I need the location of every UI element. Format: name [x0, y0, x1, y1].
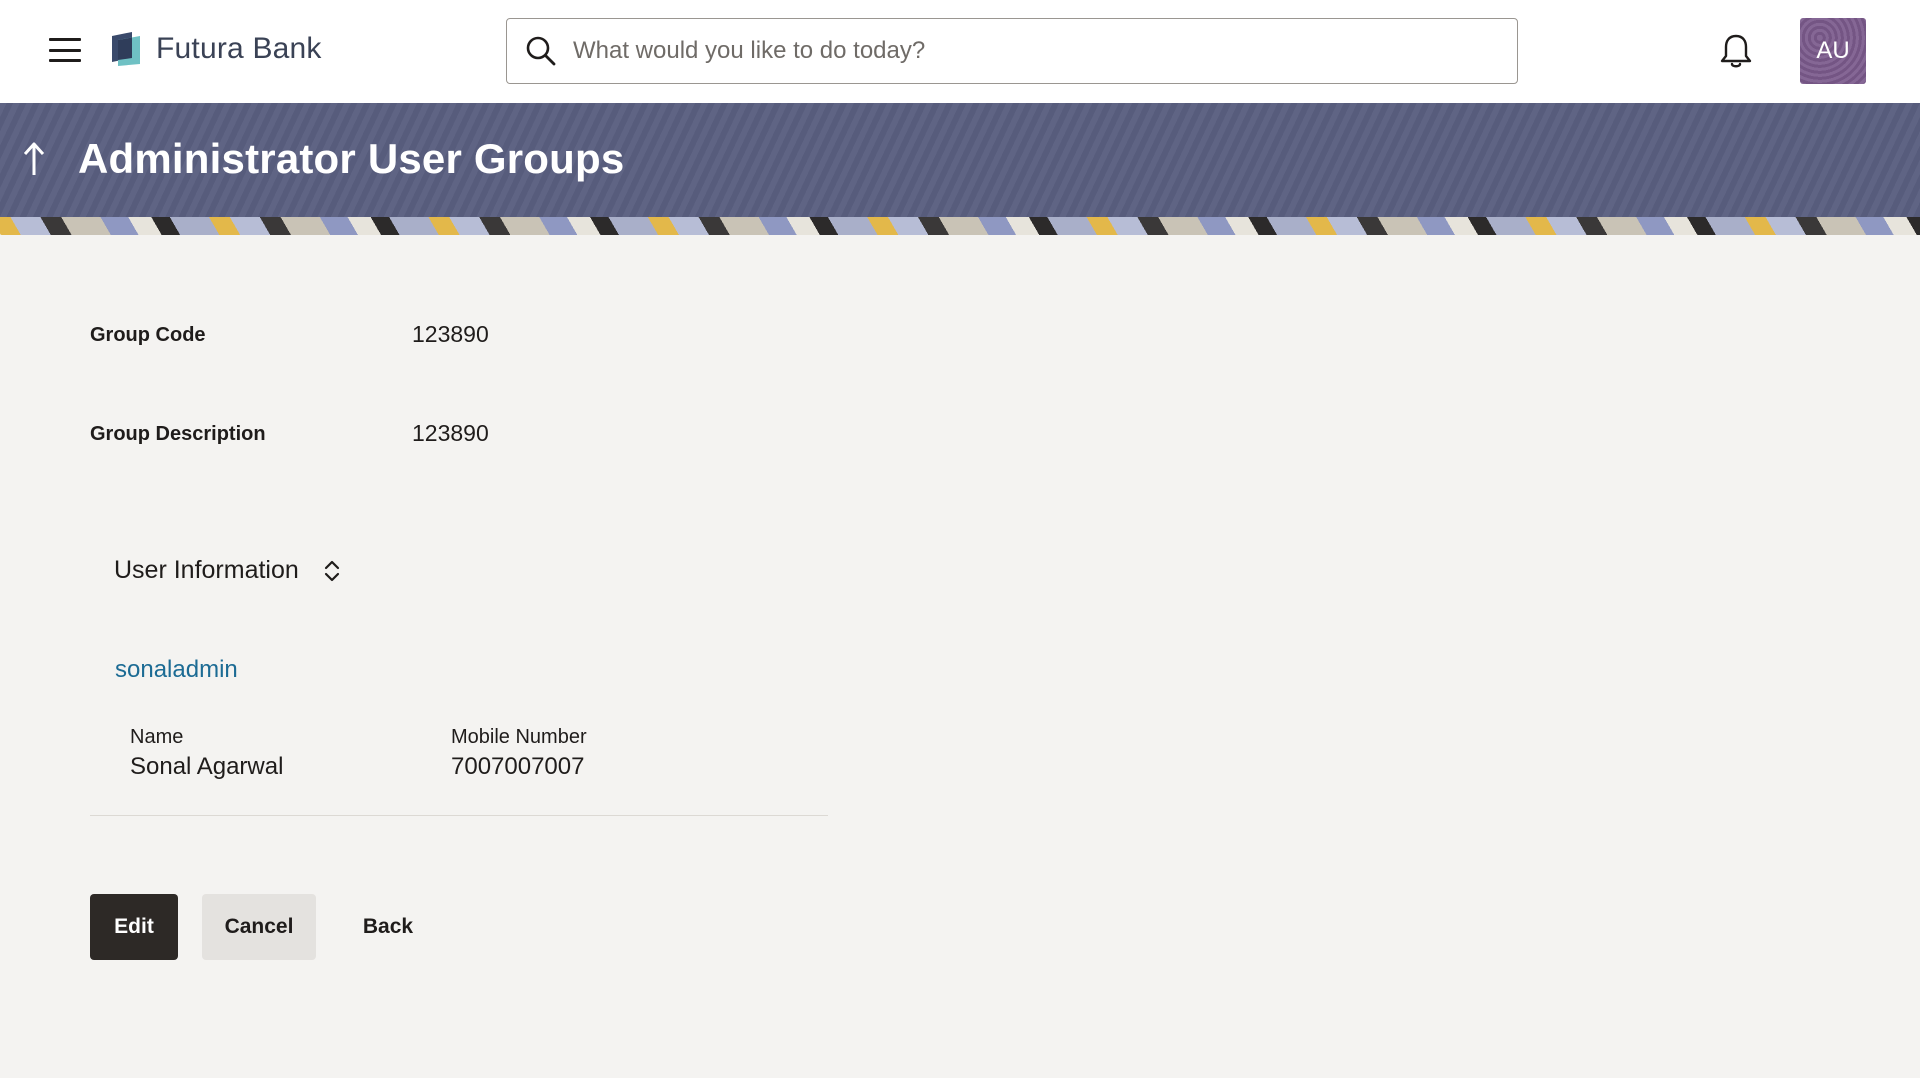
avatar[interactable]: AU [1800, 18, 1866, 84]
back-button[interactable]: Back [340, 894, 436, 960]
search-icon [526, 36, 556, 66]
section-title: User Information [114, 556, 299, 584]
logo-icon [112, 32, 140, 66]
group-description-value: 123890 [412, 420, 489, 446]
menu-icon[interactable] [46, 34, 84, 66]
decorative-pattern-strip [0, 217, 1920, 235]
brand-logo[interactable]: Futura Bank [108, 30, 322, 68]
bell-icon[interactable] [1718, 32, 1754, 70]
user-information-toggle[interactable]: User Information [114, 556, 341, 585]
cancel-button[interactable]: Cancel [202, 894, 316, 960]
brand-name: Futura Bank [156, 32, 322, 65]
mobile-number-label: Mobile Number [451, 726, 587, 748]
expand-collapse-icon [324, 560, 339, 581]
avatar-initials: AU [1816, 37, 1850, 64]
page-title: Administrator User Groups [78, 135, 625, 182]
arrow-up-icon[interactable] [20, 139, 48, 179]
name-value: Sonal Agarwal [130, 753, 284, 780]
group-code-value: 123890 [412, 321, 489, 347]
search-bar[interactable] [506, 18, 1518, 84]
top-bar: Futura Bank AU [0, 0, 1920, 103]
edit-button[interactable]: Edit [90, 894, 178, 960]
group-description-label: Group Description [90, 423, 266, 445]
search-input[interactable] [573, 19, 1493, 83]
group-code-label: Group Code [90, 324, 206, 346]
page-header-banner: Administrator User Groups [0, 103, 1920, 217]
name-label: Name [130, 726, 184, 748]
mobile-number-value: 7007007007 [451, 753, 585, 780]
user-id-link[interactable]: sonaladmin [115, 656, 238, 684]
divider [90, 815, 828, 816]
